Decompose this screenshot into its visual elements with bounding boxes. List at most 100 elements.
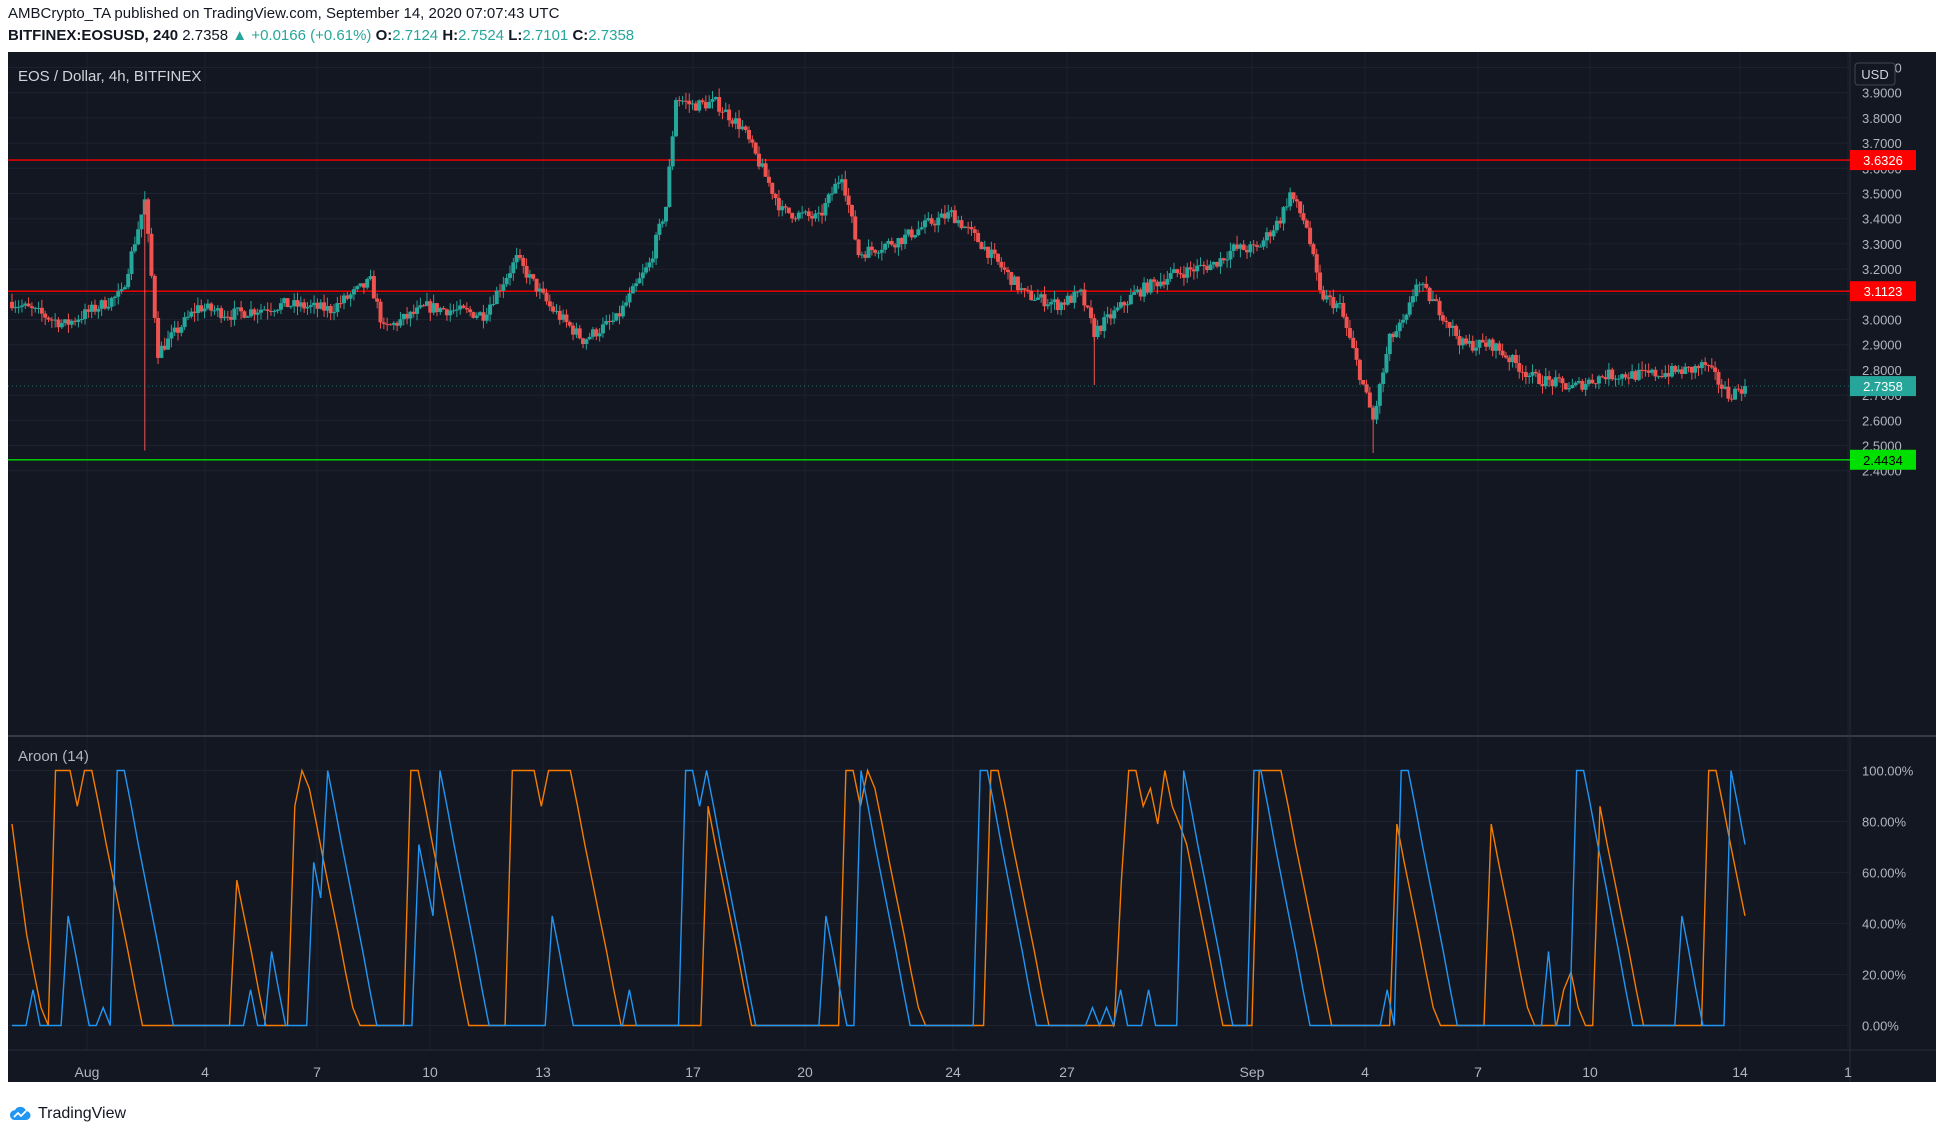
price-tick-label: 2.9000 [1862, 338, 1902, 353]
candle-body [441, 307, 446, 310]
price-tick-label: 3.0000 [1862, 313, 1902, 328]
candle-body [328, 306, 333, 314]
candle-body [1590, 379, 1595, 384]
candle-body [660, 221, 665, 224]
candle-body [348, 294, 353, 299]
price-tick-label: 3.7000 [1862, 136, 1902, 151]
candle-body [1072, 291, 1077, 303]
candle-body [813, 213, 818, 219]
candle-body [667, 166, 672, 207]
candle-body [1258, 246, 1263, 248]
level-price-label: 3.1123 [1864, 284, 1903, 299]
price-tick-label: 3.2000 [1862, 262, 1902, 277]
candle-body [272, 311, 277, 313]
candle-body [640, 272, 645, 279]
candle-body [338, 303, 343, 305]
candle-body [1248, 244, 1253, 253]
candle-body [212, 310, 217, 312]
close-label: C: [572, 27, 589, 44]
candle-body [913, 235, 918, 238]
candle-body [1195, 265, 1200, 272]
candle-body [806, 211, 811, 217]
candle-body [630, 286, 635, 294]
candle-body [1517, 363, 1522, 372]
candle-body [647, 262, 652, 268]
aroon-tick-label: 60.00% [1862, 866, 1907, 881]
candle-body [275, 309, 280, 312]
candle-body [511, 262, 516, 274]
time-tick-label: 7 [313, 1064, 321, 1080]
candle-body [1726, 386, 1731, 399]
candle-body [1088, 307, 1093, 319]
candle-body [132, 244, 137, 252]
candle-body [185, 316, 190, 318]
candle-body [507, 273, 512, 278]
candle-body [710, 99, 715, 102]
candle-body [308, 305, 313, 307]
candle-body [136, 229, 141, 245]
candle-body [1394, 331, 1399, 338]
candle-body [1102, 317, 1107, 332]
candle-body [1241, 244, 1246, 251]
candle-body [547, 301, 552, 307]
chart-canvas[interactable]: 4.00003.90003.80003.70003.60003.50003.40… [0, 0, 1937, 1135]
time-tick-label: 10 [1582, 1064, 1598, 1080]
time-tick-label: 13 [535, 1064, 551, 1080]
candle-body [1557, 377, 1562, 379]
candle-body [650, 258, 655, 263]
candle-body [1553, 377, 1558, 387]
candle-body [1188, 267, 1193, 270]
candle-body [823, 203, 828, 216]
candle-body [531, 274, 536, 279]
candle-body [1547, 376, 1552, 380]
candle-body [39, 307, 44, 314]
candle-body [541, 288, 546, 293]
candle-body [371, 276, 376, 299]
candle-body [1318, 272, 1323, 291]
candle-body [149, 233, 154, 276]
candle-body [504, 277, 509, 285]
candle-body [461, 305, 466, 308]
time-tick-label: 24 [945, 1064, 961, 1080]
candle-body [800, 212, 805, 214]
candle-body [673, 100, 678, 137]
pane-title: EOS / Dollar, 4h, BITFINEX [18, 68, 201, 85]
candle-body [1573, 382, 1578, 386]
candle-body [873, 250, 878, 253]
aroon-tick-label: 40.00% [1862, 917, 1907, 932]
candle-body [46, 317, 51, 320]
candle-body [1228, 250, 1233, 260]
time-tick-label: 4 [1361, 1064, 1369, 1080]
candle-body [1357, 359, 1362, 380]
candle-body [551, 306, 556, 312]
candle-body [1567, 388, 1572, 390]
candle-body [305, 306, 310, 309]
candle-body [1271, 230, 1276, 237]
candle-body [109, 297, 114, 307]
candle-body [1623, 374, 1628, 378]
indicator-title: Aroon (14) [18, 748, 89, 765]
last-price-label: 2.7358 [1863, 379, 1903, 394]
candle-body [1454, 325, 1459, 336]
time-tick-label: 20 [797, 1064, 813, 1080]
candle-body [610, 320, 615, 322]
candle-body [255, 312, 260, 315]
candle-body [398, 319, 403, 326]
candle-body [494, 290, 499, 304]
candle-body [620, 305, 625, 317]
candle-body [600, 324, 605, 334]
candle-body [1165, 278, 1170, 285]
candle-body [484, 314, 489, 321]
tradingview-footer[interactable]: TradingView [8, 1100, 126, 1128]
time-tick-label: 4 [201, 1064, 209, 1080]
candle-body [491, 303, 496, 305]
candle-body [856, 239, 861, 256]
candle-body [1733, 388, 1738, 400]
price-tick-label: 2.8000 [1862, 363, 1902, 378]
candle-body [766, 176, 771, 183]
symbol-label: BITFINEX:EOSUSD, 240 [8, 27, 179, 44]
candle-body [1384, 354, 1389, 373]
level-price-label: 3.6326 [1863, 153, 1903, 168]
candle-body [1703, 362, 1708, 365]
candle-body [1201, 264, 1206, 267]
